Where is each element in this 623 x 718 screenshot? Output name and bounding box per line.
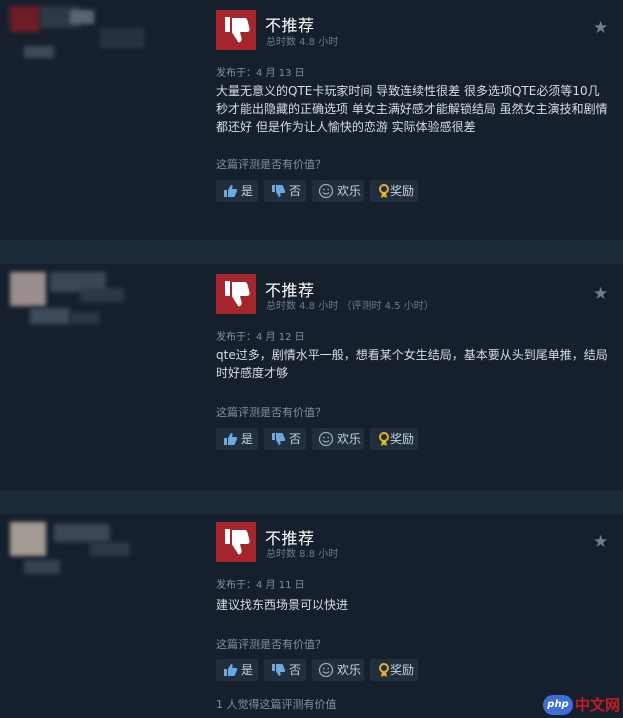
watermark-text: 中文网 [575, 696, 621, 714]
award-button[interactable]: 奖励 [370, 428, 418, 450]
vote-funny-label: 欢乐 [337, 432, 362, 446]
helpful-question: 这篇评测是否有价值？ [216, 638, 326, 651]
smiley-icon [318, 662, 334, 678]
site-watermark: php 中文网 [543, 694, 621, 716]
thumbs-up-icon [224, 185, 238, 197]
posted-date: 发布于：4 月 12 日 [216, 332, 305, 343]
star-icon[interactable]: ★ [593, 20, 609, 37]
vote-no-label: 否 [289, 184, 302, 198]
playtime-hours: 总时数 4.8 小时 （评测时 4.5 小时） [266, 301, 434, 312]
vote-funny-button[interactable]: 欢乐 [312, 659, 364, 681]
posted-date: 发布于：4 月 11 日 [216, 580, 305, 591]
vote-yes-label: 是 [241, 663, 254, 677]
smiley-icon [318, 183, 334, 199]
vote-yes-button[interactable]: 是 [216, 659, 258, 681]
vote-funny-button[interactable]: 欢乐 [312, 180, 364, 202]
thumbs-down-icon [272, 664, 286, 676]
review-text: 大量无意义的QTE卡玩家时间 导致连续性很差 很多选项QTE必须等10几秒才能出… [216, 84, 608, 134]
playtime-hours: 总时数 4.8 小时 [266, 37, 339, 48]
vote-no-label: 否 [289, 432, 302, 446]
award-button[interactable]: 奖励 [370, 659, 418, 681]
review-text: qte过多，剧情水平一般，想看某个女生结局，基本要从头到尾单推，结局时好感度才够 [216, 348, 608, 380]
review-separator [0, 490, 623, 514]
award-label: 奖励 [390, 184, 415, 198]
vote-funny-label: 欢乐 [337, 184, 362, 198]
thumbs-up-icon [224, 664, 238, 676]
vote-funny-button[interactable]: 欢乐 [312, 428, 364, 450]
author-info-blurred[interactable] [10, 520, 180, 576]
award-button[interactable]: 奖励 [370, 180, 418, 202]
thumbs-down-icon [272, 185, 286, 197]
watermark-logo: php [543, 695, 573, 715]
review-card: 不推荐 总时数 4.8 小时 ★ 发布于：4 月 13 日 大量无意义的QTE卡… [0, 0, 623, 240]
thumb-down-icon [216, 522, 256, 562]
star-icon[interactable]: ★ [593, 286, 609, 303]
star-icon[interactable]: ★ [593, 534, 609, 551]
vote-yes-label: 是 [241, 432, 254, 446]
author-info-blurred[interactable] [10, 4, 180, 60]
review-card: 不推荐 总时数 4.8 小时 （评测时 4.5 小时） ★ 发布于：4 月 12… [0, 264, 623, 490]
award-label: 奖励 [390, 432, 415, 446]
posted-date: 发布于：4 月 13 日 [216, 68, 305, 79]
vote-yes-button[interactable]: 是 [216, 180, 258, 202]
vote-no-button[interactable]: 否 [264, 659, 306, 681]
award-label: 奖励 [390, 663, 415, 677]
review-text: 建议找东西场景可以快进 [216, 598, 349, 612]
helpful-count: 1 人觉得这篇评测有价值 [216, 698, 337, 711]
vote-no-button[interactable]: 否 [264, 180, 306, 202]
playtime-hours: 总时数 8.8 小时 [266, 549, 339, 560]
review-separator [0, 240, 623, 264]
helpful-question: 这篇评测是否有价值？ [216, 406, 326, 419]
thumbs-up-icon [224, 433, 238, 445]
vote-yes-label: 是 [241, 184, 254, 198]
vote-funny-label: 欢乐 [337, 663, 362, 677]
thumb-down-icon [216, 274, 256, 314]
vote-no-label: 否 [289, 663, 302, 677]
author-info-blurred[interactable] [10, 270, 180, 326]
vote-no-button[interactable]: 否 [264, 428, 306, 450]
vote-yes-button[interactable]: 是 [216, 428, 258, 450]
thumb-down-icon [216, 10, 256, 50]
thumbs-down-icon [272, 433, 286, 445]
review-page: 不推荐 总时数 4.8 小时 ★ 发布于：4 月 13 日 大量无意义的QTE卡… [0, 0, 623, 718]
smiley-icon [318, 431, 334, 447]
review-card: 不推荐 总时数 8.8 小时 ★ 发布于：4 月 11 日 建议找东西场景可以快… [0, 514, 623, 718]
helpful-question: 这篇评测是否有价值？ [216, 158, 326, 171]
